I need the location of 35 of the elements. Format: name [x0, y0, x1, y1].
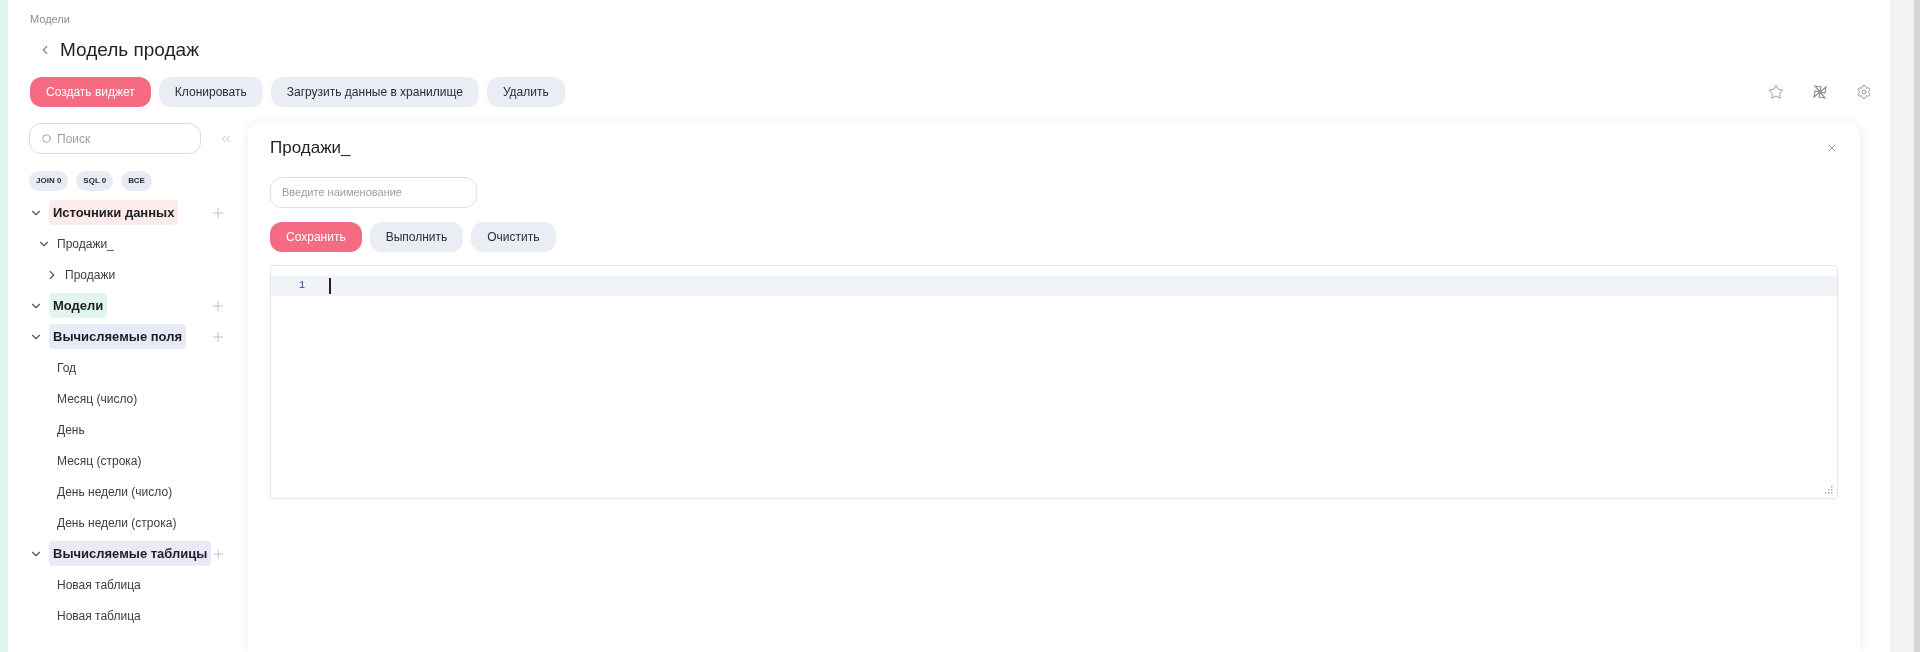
action-button[interactable]: Удалить: [486, 77, 565, 107]
settings-icon[interactable]: [1856, 84, 1872, 100]
tree-section[interactable]: Вычисляемые таблицы: [49, 540, 212, 567]
tree-item[interactable]: День недели (строка): [57, 513, 177, 532]
resize-handle-icon[interactable]: [1825, 485, 1833, 494]
tree-item[interactable]: Продажи: [65, 265, 116, 284]
filter-chip[interactable]: JOIN 0: [29, 171, 69, 191]
search-field[interactable]: Поиск: [29, 123, 201, 154]
code-editor[interactable]: 1: [270, 264, 1838, 499]
filter-chip[interactable]: SQL 0: [76, 171, 114, 191]
tree-item[interactable]: Продажи_: [57, 234, 114, 253]
tree-section[interactable]: Вычисляемые поля: [49, 323, 187, 350]
tree-section[interactable]: Модели: [49, 292, 108, 319]
line-number: 1: [298, 279, 305, 293]
tree-item[interactable]: День: [57, 420, 85, 439]
pinwheel-icon[interactable]: [1812, 84, 1828, 100]
action-button[interactable]: Загрузить данные в хранилище: [270, 77, 479, 107]
filter-chip[interactable]: ВСЕ: [121, 171, 152, 191]
action-button[interactable]: Клонировать: [158, 77, 263, 107]
tree-item[interactable]: Новая таблица: [57, 575, 141, 594]
name-field[interactable]: Введите наименование: [270, 176, 477, 208]
page-title: Модель продаж: [60, 37, 199, 62]
star-icon[interactable]: [1768, 84, 1784, 100]
panel-title: Продажи_: [270, 137, 351, 159]
tree-item[interactable]: Год: [57, 358, 77, 377]
tree-item[interactable]: Новая таблица: [57, 606, 141, 625]
tree-section[interactable]: Источники данных: [49, 199, 179, 226]
tree-item[interactable]: День недели (число): [57, 482, 173, 501]
action-button[interactable]: Очистить: [471, 221, 556, 252]
action-button[interactable]: Выполнить: [369, 221, 464, 252]
breadcrumb[interactable]: Модели: [30, 11, 70, 28]
tree-item[interactable]: Месяц (строка): [57, 451, 142, 470]
tree-item[interactable]: Месяц (число): [57, 389, 138, 408]
text-cursor: [329, 277, 331, 294]
search-icon: [42, 134, 51, 143]
